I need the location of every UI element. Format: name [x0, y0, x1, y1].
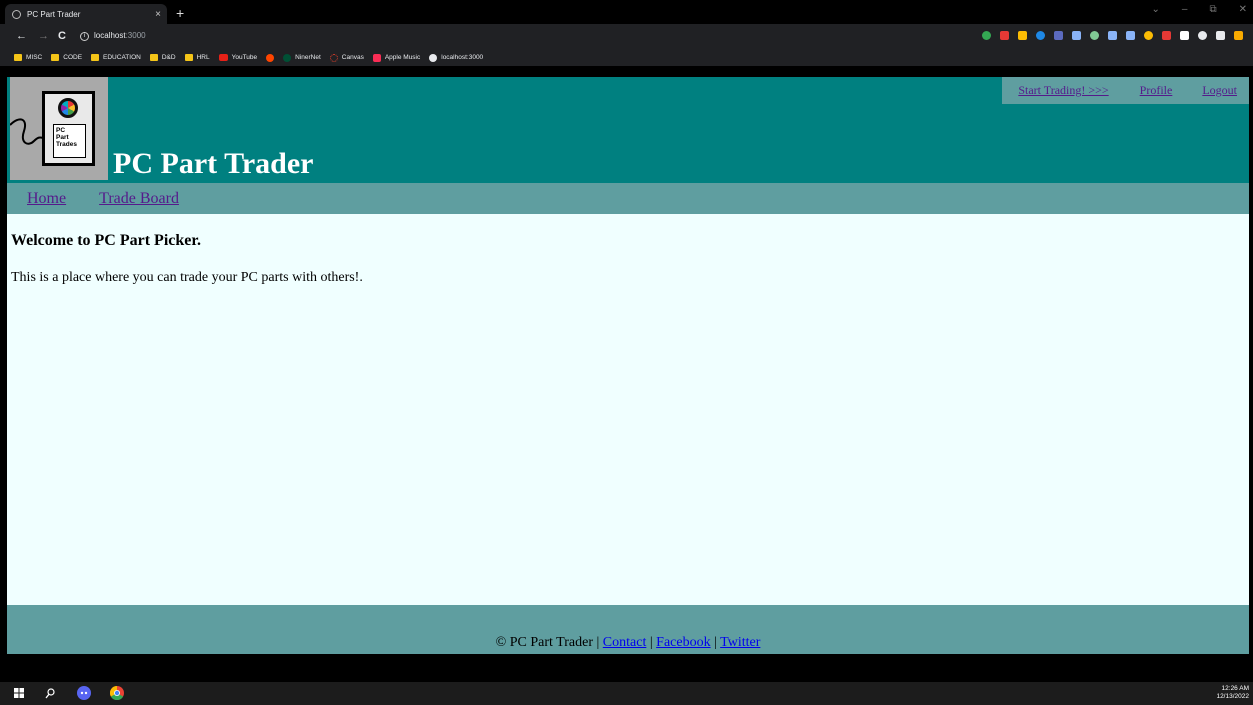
twitter-link[interactable]: Twitter	[720, 635, 760, 650]
bookmarks-bar: MISC CODE EDUCATION D&D HRL YouTube Nine…	[0, 49, 1253, 66]
folder-icon	[14, 54, 22, 61]
welcome-text: This is a place where you can trade your…	[11, 270, 363, 285]
apple-music-icon	[372, 53, 381, 62]
tab-search-icon[interactable]: ⌄	[1152, 4, 1160, 15]
user-nav: Start Trading! >>> Profile Logout	[1002, 77, 1249, 104]
back-button[interactable]: ←	[16, 30, 27, 42]
browser-tab-strip: PC Part Trader × + ⌄ – ⧉ ✕	[0, 0, 1253, 24]
bookmark-ninernet[interactable]: NinerNet	[283, 53, 321, 62]
extension-icon[interactable]	[1144, 31, 1153, 40]
profile-link[interactable]: Profile	[1125, 83, 1188, 98]
logo-frame: PC Part Trades	[42, 91, 95, 166]
footer-separator: |	[714, 635, 717, 650]
site-logo[interactable]: PC Part Trades	[10, 77, 108, 180]
site-footer: © PC Part Trader | Contact | Facebook | …	[7, 605, 1249, 654]
logo-label: PC Part Trades	[53, 124, 86, 158]
window-controls: ⌄ – ⧉ ✕	[1152, 4, 1247, 15]
bookmark-code[interactable]: CODE	[51, 54, 82, 61]
extension-icon[interactable]	[1000, 31, 1009, 40]
forward-button[interactable]: →	[38, 30, 49, 42]
extension-icon[interactable]	[1216, 31, 1225, 40]
os-taskbar: 12:26 AM 12/13/2022	[0, 682, 1253, 705]
extension-icon[interactable]	[1054, 31, 1063, 40]
windows-start-icon[interactable]	[14, 688, 24, 698]
bookmark-education[interactable]: EDUCATION	[91, 54, 141, 61]
extension-icon[interactable]	[1198, 31, 1207, 40]
url-port: :3000	[125, 31, 146, 40]
facebook-link[interactable]: Facebook	[656, 635, 710, 650]
bookmark-dnd[interactable]: D&D	[149, 54, 176, 61]
browser-toolbar: ← → C i localhost :3000	[0, 24, 1253, 49]
footer-separator: |	[596, 635, 600, 650]
clock-date: 12/13/2022	[1216, 693, 1249, 700]
clock-time: 12:26 AM	[1221, 685, 1249, 692]
reddit-icon	[266, 53, 275, 62]
chrome-icon[interactable]	[110, 686, 124, 700]
main-content: Welcome to PC Part Picker. This is a pla…	[11, 232, 1211, 286]
minimize-button[interactable]: –	[1182, 4, 1188, 15]
extension-icon[interactable]	[1018, 31, 1027, 40]
folder-icon	[51, 54, 60, 61]
canvas-icon	[329, 53, 338, 62]
folder-icon	[184, 54, 193, 61]
system-clock[interactable]: 12:26 AM 12/13/2022	[1216, 685, 1249, 701]
bookmark-apple-music[interactable]: Apple Music	[372, 53, 420, 62]
contact-link[interactable]: Contact	[603, 635, 647, 650]
close-window-button[interactable]: ✕	[1239, 4, 1247, 15]
trade-board-link[interactable]: Trade Board	[99, 190, 179, 208]
bookmark-canvas[interactable]: Canvas	[329, 53, 364, 62]
site-header: PC Part Trades PC Part Trader Start Trad…	[7, 77, 1249, 183]
globe-icon	[12, 9, 21, 19]
url-host: localhost	[94, 31, 126, 40]
bookmark-localhost[interactable]: localhost:3000	[429, 53, 483, 62]
search-icon[interactable]	[45, 688, 55, 699]
bookmark-misc[interactable]: MISC	[14, 54, 42, 61]
bookmark-hrl[interactable]: HRL	[184, 54, 210, 61]
home-link[interactable]: Home	[27, 190, 66, 208]
extensions-bar	[982, 31, 1243, 40]
extension-icon[interactable]	[1234, 31, 1243, 40]
reload-button[interactable]: C	[58, 30, 66, 42]
discord-icon[interactable]	[77, 686, 91, 700]
extension-icon[interactable]	[982, 31, 991, 40]
page-viewport: PC Part Trades PC Part Trader Start Trad…	[7, 77, 1249, 654]
footer-separator: |	[649, 635, 653, 650]
restore-button[interactable]: ⧉	[1209, 4, 1216, 15]
extension-icon[interactable]	[1108, 31, 1117, 40]
extension-icon[interactable]	[1072, 31, 1081, 40]
extension-icon[interactable]	[1180, 31, 1189, 40]
extension-icon[interactable]	[1162, 31, 1171, 40]
tab-close-icon[interactable]: ×	[151, 9, 165, 20]
extension-icon[interactable]	[1090, 31, 1099, 40]
new-tab-button[interactable]: +	[176, 6, 184, 20]
site-info-icon[interactable]: i	[80, 31, 89, 41]
extension-icon[interactable]	[1036, 31, 1045, 40]
color-wheel-icon	[58, 98, 78, 118]
start-trading-link[interactable]: Start Trading! >>>	[1002, 83, 1124, 98]
folder-icon	[149, 54, 158, 61]
site-title: PC Part Trader	[113, 147, 314, 180]
copyright-text: © PC Part Trader	[495, 635, 593, 650]
extension-icon[interactable]	[1126, 31, 1135, 40]
youtube-icon	[218, 54, 228, 61]
browser-tab[interactable]: PC Part Trader ×	[5, 4, 167, 24]
tab-title: PC Part Trader	[27, 9, 81, 19]
welcome-heading: Welcome to PC Part Picker.	[11, 232, 202, 249]
globe-icon	[429, 53, 438, 62]
ninernet-icon	[283, 53, 292, 62]
bookmark-reddit[interactable]	[266, 53, 275, 62]
folder-icon	[91, 54, 100, 61]
bookmark-youtube[interactable]: YouTube	[218, 54, 257, 61]
address-bar[interactable]: i localhost :3000	[80, 29, 146, 43]
main-nav: Home Trade Board	[7, 183, 1249, 214]
logout-link[interactable]: Logout	[1187, 83, 1249, 98]
